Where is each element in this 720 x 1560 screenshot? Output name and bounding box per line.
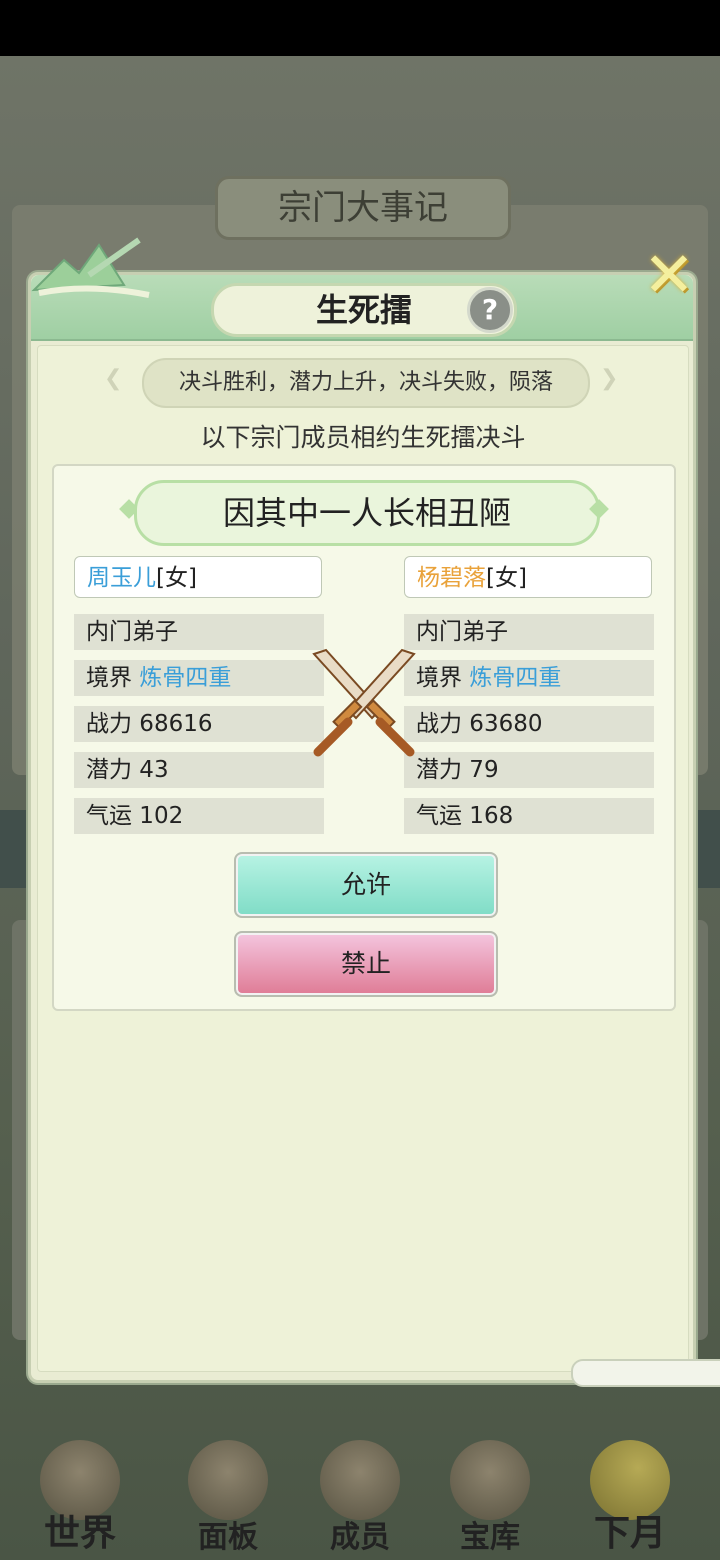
nav-panel[interactable]: 面板 (168, 1430, 288, 1560)
right-power: 战力 63680 (404, 706, 654, 742)
duel-dialog: 生死擂 ? ✕ ❮ 决斗胜利，潜力上升，决斗失败，陨落 ❯ 以下宗门成员相约生死… (28, 237, 720, 1387)
nav-world[interactable]: 世界 (20, 1430, 140, 1560)
panel-gate-icon (188, 1440, 268, 1520)
duel-intro-text: 以下宗门成员相约生死擂决斗 (200, 423, 526, 452)
right-realm-label: 境界 (416, 665, 462, 691)
left-power: 战力 68616 (74, 706, 324, 742)
deny-button[interactable]: 禁止 (234, 931, 498, 997)
scroll-decoration-icon (571, 1359, 720, 1387)
duel-rule-banner: 决斗胜利，潜力上升，决斗失败，陨落 (142, 358, 590, 408)
left-realm: 境界 炼骨四重 (74, 660, 324, 696)
left-fighter-gender: [女] (156, 565, 197, 591)
right-rank: 内门弟子 (404, 614, 654, 650)
status-bar (0, 0, 720, 56)
left-potential: 潜力 43 (74, 752, 324, 788)
left-luck: 气运 102 (74, 798, 324, 834)
right-fighter-name: 杨碧落[女] (404, 556, 652, 598)
duel-reason: 因其中一人长相丑陋 (134, 480, 600, 546)
left-fighter-name-text: 周玉儿 (87, 565, 156, 591)
left-realm-label: 境界 (86, 665, 132, 691)
left-rank: 内门弟子 (74, 614, 324, 650)
right-potential: 潜力 79 (404, 752, 654, 788)
allow-button[interactable]: 允许 (234, 852, 498, 918)
nav-members[interactable]: 成员 (300, 1430, 420, 1560)
close-icon[interactable]: ✕ (639, 244, 699, 306)
banner-left-wing-icon: ❮ (104, 366, 123, 391)
treasury-hall-icon (450, 1440, 530, 1520)
background-title: 宗门大事记 (215, 176, 511, 240)
left-fighter-name: 周玉儿[女] (74, 556, 322, 598)
nav-members-label: 成员 (330, 1520, 390, 1555)
duel-card: 因其中一人长相丑陋 周玉儿[女] 内门弟子 境界 炼骨四重 战力 68616 潜… (52, 464, 676, 1011)
nav-next-month-label: 下月 (593, 1512, 666, 1554)
right-realm-value: 炼骨四重 (469, 665, 562, 691)
dialog-body: ❮ 决斗胜利，潜力上升，决斗失败，陨落 ❯ 以下宗门成员相约生死擂决斗 因其中一… (37, 345, 689, 1372)
crossed-swords-icon (312, 648, 416, 757)
nav-next-month[interactable]: 下月 (570, 1430, 690, 1560)
nav-world-label: 世界 (43, 1512, 116, 1554)
mountain-sword-decoration-icon (31, 237, 150, 298)
right-luck: 气运 168 (404, 798, 654, 834)
nav-panel-label: 面板 (198, 1520, 258, 1555)
left-realm-value: 炼骨四重 (139, 665, 232, 691)
right-realm: 境界 炼骨四重 (404, 660, 654, 696)
banner-right-wing-icon: ❯ (600, 366, 619, 391)
nav-treasury[interactable]: 宝库 (430, 1430, 550, 1560)
nav-treasury-label: 宝库 (460, 1520, 520, 1555)
right-fighter-gender: [女] (486, 565, 527, 591)
member-portrait-icon (320, 1440, 400, 1520)
bottom-nav: 世界 面板 成员 宝库 下月 (0, 1430, 720, 1560)
help-icon[interactable]: ? (467, 287, 513, 333)
right-fighter-name-text: 杨碧落 (417, 565, 486, 591)
